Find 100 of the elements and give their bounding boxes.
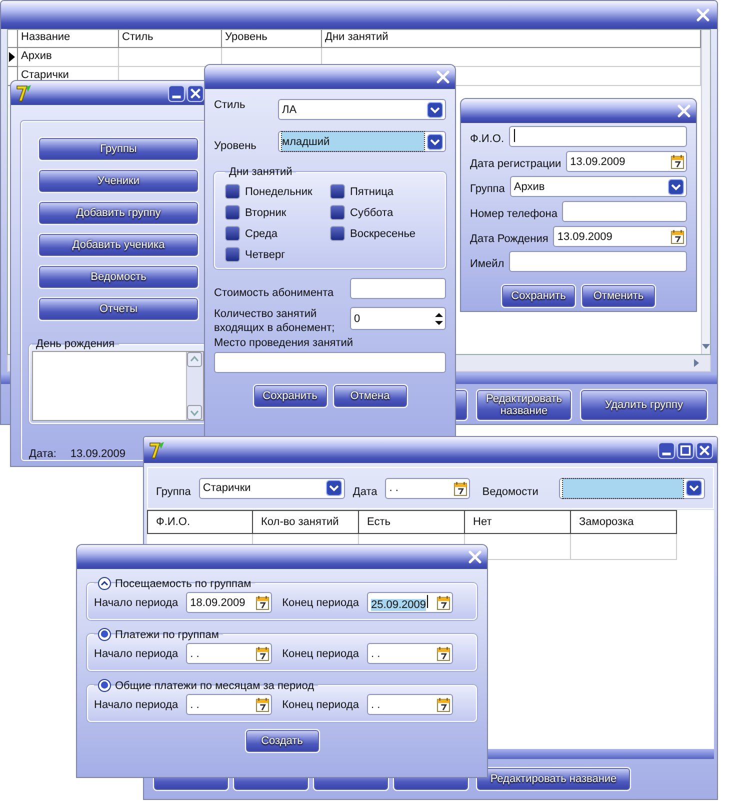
- table-cell: Архив: [18, 48, 119, 67]
- field-label: Дата Рождения: [470, 233, 548, 247]
- dialog-button[interactable]: Отмена: [334, 385, 406, 407]
- column-header[interactable]: Ф.И.О.: [147, 510, 253, 534]
- column-header[interactable]: Кол-во занятий: [253, 510, 359, 534]
- day-checkbox[interactable]: Вторник: [225, 205, 330, 220]
- day-checkbox[interactable]: Понедельник: [225, 184, 330, 199]
- report-option-label: Общие платежи по месяцам за период: [115, 680, 314, 692]
- end-date-field[interactable]: . .: [366, 643, 453, 664]
- start-label: Начало периода: [94, 648, 178, 660]
- scroll-down-icon[interactable]: [702, 344, 710, 350]
- menu-button[interactable]: Группы: [39, 138, 198, 160]
- row-pointer-icon: [8, 51, 16, 63]
- date-label: Дата: [352, 485, 378, 498]
- create-button[interactable]: Создать: [246, 730, 318, 752]
- calendar-icon[interactable]: [436, 646, 450, 661]
- price-label: Стоимость абонимента: [214, 287, 335, 299]
- day-checkbox[interactable]: Четверг: [225, 247, 330, 262]
- close-icon[interactable]: [187, 84, 204, 102]
- menu-button[interactable]: Ведомость: [39, 266, 198, 288]
- toolbar-button[interactable]: Редактировать название: [477, 768, 630, 790]
- menu-button[interactable]: Добавить ученика: [39, 234, 198, 256]
- end-label: Конец периода: [282, 698, 359, 710]
- menu-button[interactable]: Отчеты: [39, 298, 198, 320]
- sheets-dropdown[interactable]: [559, 478, 705, 498]
- group-dropdown[interactable]: Старички: [198, 478, 345, 498]
- date-field[interactable]: 13.09.2009: [566, 151, 687, 172]
- level-label: Уровень: [214, 140, 258, 152]
- input-field[interactable]: [562, 201, 687, 222]
- group-dropdown[interactable]: Архив: [510, 176, 687, 197]
- dialog-button[interactable]: Сохранить: [502, 285, 575, 307]
- input-field[interactable]: [509, 251, 687, 272]
- date-label: Дата:: [29, 448, 56, 460]
- radio-button[interactable]: [98, 679, 111, 692]
- logo-icon: [15, 84, 33, 102]
- report-option-label: Платежи по группам: [115, 628, 219, 640]
- menu-button[interactable]: Добавить группу: [39, 202, 198, 224]
- calendar-icon[interactable]: [671, 229, 684, 244]
- price-field[interactable]: [350, 278, 446, 299]
- input-field[interactable]: [509, 126, 687, 147]
- date-field[interactable]: . .: [385, 478, 470, 498]
- birthday-list[interactable]: [32, 351, 204, 421]
- column-header[interactable]: Уровень: [222, 30, 322, 48]
- day-checkbox[interactable]: Среда: [225, 226, 330, 241]
- column-header[interactable]: Стиль: [119, 30, 222, 48]
- dialog-button[interactable]: Сохранить: [254, 385, 326, 407]
- column-header[interactable]: Заморозка: [571, 510, 677, 534]
- radio-button[interactable]: [98, 628, 111, 641]
- radio-button[interactable]: [98, 577, 111, 590]
- group-label: Группа: [156, 485, 191, 498]
- spin-arrows-icon[interactable]: [435, 312, 443, 326]
- calendar-icon[interactable]: [256, 646, 270, 661]
- dialog-button[interactable]: Отменить: [582, 285, 655, 307]
- column-header[interactable]: Дни занятий: [322, 30, 701, 48]
- place-label: Место проведения занятий: [214, 337, 354, 349]
- calendar-icon[interactable]: [256, 595, 270, 610]
- style-dropdown[interactable]: ЛА: [278, 99, 446, 120]
- calendar-icon[interactable]: [436, 595, 450, 610]
- field-label: Имейл: [470, 258, 504, 272]
- group-box-title: Дни занятий: [228, 166, 294, 178]
- date-field[interactable]: 13.09.2009: [553, 226, 687, 247]
- start-label: Начало периода: [94, 596, 178, 608]
- field-label: Группа: [470, 183, 505, 197]
- lessons-label: Количество занятий входящих в абонемент;: [214, 307, 336, 335]
- end-label: Конец периода: [282, 648, 359, 660]
- end-date-field[interactable]: . .: [366, 694, 453, 715]
- calendar-icon[interactable]: [256, 697, 270, 712]
- calendar-icon[interactable]: [436, 697, 450, 712]
- toolbar-button[interactable]: Удалить группу: [581, 390, 707, 420]
- style-label: Стиль: [214, 99, 246, 111]
- date-value: 13.09.2009: [70, 448, 126, 460]
- scroll-right-icon[interactable]: [694, 359, 700, 367]
- report-option-label: Посещаемость по группам: [115, 578, 252, 590]
- end-label: Конец периода: [282, 596, 359, 608]
- toolbar-button[interactable]: Редактировать название: [477, 390, 571, 420]
- day-checkbox[interactable]: Пятница: [330, 184, 430, 199]
- calendar-icon[interactable]: [454, 480, 468, 496]
- sheets-label: Ведомости: [482, 485, 538, 498]
- column-header[interactable]: Нет: [465, 510, 571, 534]
- level-dropdown[interactable]: младший: [278, 131, 446, 152]
- start-date-field[interactable]: 18.09.2009: [186, 592, 272, 613]
- calendar-icon[interactable]: [671, 154, 684, 169]
- place-field[interactable]: [214, 352, 446, 373]
- start-date-field[interactable]: . .: [186, 643, 272, 664]
- minimize-icon[interactable]: [658, 442, 675, 458]
- menu-button[interactable]: Ученики: [39, 170, 198, 192]
- minimize-icon[interactable]: [168, 84, 185, 102]
- day-checkbox[interactable]: Воскресенье: [330, 226, 430, 241]
- maximize-icon[interactable]: [677, 442, 694, 458]
- close-icon[interactable]: [696, 442, 713, 458]
- field-label: Дата регистрации: [470, 158, 562, 172]
- column-header[interactable]: Название: [18, 30, 119, 48]
- end-date-field[interactable]: 25.09.2009: [366, 592, 453, 613]
- lessons-spinner[interactable]: 0: [350, 307, 446, 330]
- column-header[interactable]: Есть: [359, 510, 465, 534]
- start-date-field[interactable]: . .: [186, 694, 272, 715]
- group-box-title: День рождения: [35, 338, 116, 350]
- field-label: Ф.И.О.: [470, 133, 504, 147]
- field-label: Номер телефона: [470, 208, 558, 222]
- day-checkbox[interactable]: Суббота: [330, 205, 430, 220]
